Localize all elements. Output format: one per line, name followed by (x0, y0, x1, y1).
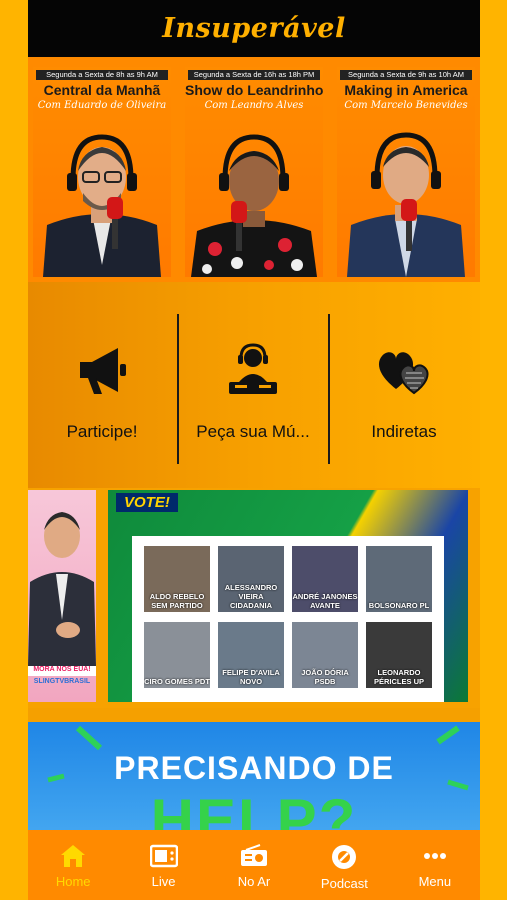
dj-icon (223, 340, 283, 400)
presenter-photo (28, 512, 96, 666)
candidate-name: BOLSONARO PL (368, 601, 430, 610)
candidate-card[interactable]: BOLSONARO PL (366, 546, 432, 612)
home-icon (61, 845, 86, 867)
show-card-show-do-leandrinho[interactable]: Segunda a Sexta de 16h as 18h PM Show do… (185, 67, 323, 277)
candidate-name: ALESSANDRO VIEIRA CIDADANIA (224, 583, 278, 610)
request-song-button[interactable]: Peça sua Mú... (179, 312, 327, 462)
candidate-name: JOÃO DÓRIA PSDB (301, 668, 349, 686)
tab-live[interactable]: Live (118, 830, 208, 900)
host-photo (191, 134, 317, 277)
banner-carousel[interactable]: MORA NOS EUA! SLINGTVBRASIL VOTE! ALDO R… (28, 488, 480, 708)
app-title: Insuperável (162, 13, 346, 44)
tab-no-ar[interactable]: No Ar (209, 830, 299, 900)
host-photo (43, 134, 161, 277)
candidate-card[interactable]: ALDO REBELO SEM PARTIDO (144, 546, 210, 612)
quick-actions: Participe! Peça sua Mú... Indiretas (28, 282, 480, 488)
bottom-tab-bar: Home Live No Ar Podcast Menu (28, 830, 480, 900)
tab-home[interactable]: Home (28, 830, 118, 900)
shows-carousel[interactable]: Segunda a Sexta de 8h as 9h AM Central d… (28, 57, 480, 282)
banner-subcaption: SLINGTVBRASIL (33, 678, 91, 685)
show-title: Making in America (344, 82, 468, 98)
promo-line-1: PRECISANDO DE (114, 750, 394, 786)
podcast-icon (332, 845, 357, 869)
show-schedule: Segunda a Sexta de 8h as 9h AM (36, 70, 168, 80)
candidate-card[interactable]: FELIPE D'AVILA NOVO (218, 622, 284, 688)
candidate-grid: ALDO REBELO SEM PARTIDO ALESSANDRO VIEIR… (132, 536, 444, 702)
show-title: Central da Manhã (43, 82, 161, 98)
tab-label: Live (151, 874, 176, 889)
tab-label: No Ar (237, 874, 271, 889)
help-promo-banner[interactable]: PRECISANDO DE HELP? (28, 722, 480, 832)
indiretas-button[interactable]: Indiretas (330, 312, 478, 462)
candidate-card[interactable]: LEONARDO PÉRICLES UP (366, 622, 432, 688)
vote-tag: VOTE! (116, 493, 178, 512)
candidate-card[interactable]: ALESSANDRO VIEIRA CIDADANIA (218, 546, 284, 612)
tv-icon (149, 844, 178, 868)
show-schedule: Segunda a Sexta de 16h as 18h PM (188, 70, 320, 80)
participe-label: Participe! (66, 422, 138, 441)
candidate-name: FELIPE D'AVILA NOVO (222, 668, 280, 686)
show-host: Com Marcelo Benevides (344, 100, 468, 111)
show-host: Com Eduardo de Oliveira (37, 100, 167, 111)
show-host: Com Leandro Alves (204, 100, 304, 111)
host-photo (347, 132, 465, 277)
radio-icon (241, 844, 268, 866)
indiretas-label: Indiretas (371, 422, 437, 441)
hearts-icon (374, 340, 434, 400)
show-card-making-in-america[interactable]: Segunda a Sexta de 9h as 10h AM Making i… (337, 67, 475, 277)
candidate-name: CIRO GOMES PDT (144, 677, 210, 686)
left-margin (0, 0, 28, 900)
more-icon (423, 853, 446, 859)
sling-tv-banner[interactable]: MORA NOS EUA! SLINGTVBRASIL (28, 490, 96, 702)
tab-label: Home (55, 874, 91, 889)
candidate-card[interactable]: ANDRÉ JANONES AVANTE (292, 546, 358, 612)
app-frame: Insuperável Segunda a Sexta de 8h as 9h … (28, 0, 480, 900)
show-card-central-da-manha[interactable]: Segunda a Sexta de 8h as 9h AM Central d… (33, 67, 171, 277)
candidate-card[interactable]: CIRO GOMES PDT (144, 622, 210, 688)
show-title: Show do Leandrinho (185, 82, 323, 98)
candidate-name: LEONARDO PÉRICLES UP (373, 668, 424, 686)
megaphone-icon (74, 340, 130, 400)
participe-button[interactable]: Participe! (28, 312, 176, 462)
right-margin (480, 0, 507, 900)
app-header: Insuperável (28, 0, 480, 57)
candidate-name: ANDRÉ JANONES AVANTE (292, 592, 358, 610)
candidate-name: ALDO REBELO SEM PARTIDO (149, 592, 205, 610)
request-song-label: Peça sua Mú... (196, 422, 310, 441)
show-schedule: Segunda a Sexta de 9h as 10h AM (340, 70, 472, 80)
promo-line-2: HELP? (150, 787, 358, 832)
tab-label: Menu (418, 874, 452, 889)
vote-banner[interactable]: VOTE! ALDO REBELO SEM PARTIDO ALESSANDRO… (108, 490, 468, 702)
banner-caption: MORA NOS EUA! (28, 666, 96, 676)
tab-menu[interactable]: Menu (390, 830, 480, 900)
candidate-card[interactable]: JOÃO DÓRIA PSDB (292, 622, 358, 688)
tab-podcast[interactable]: Podcast (299, 830, 389, 900)
tab-label: Podcast (320, 876, 368, 891)
